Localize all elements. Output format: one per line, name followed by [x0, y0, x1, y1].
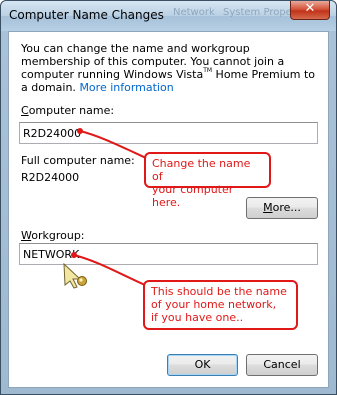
workgroup-label-access-key: W — [21, 229, 32, 242]
workgroup-annotation-line-3: if you have one.. — [151, 311, 244, 324]
computer-name-label-rest: omputer name: — [28, 104, 115, 117]
workgroup-label: Workgroup: — [21, 229, 85, 242]
trademark-mark: TM — [203, 67, 213, 74]
computer-name-label-access-key: C — [21, 104, 29, 117]
cancel-button[interactable]: Cancel — [246, 354, 318, 376]
dialog-title: Computer Name Changes — [9, 8, 164, 22]
workgroup-label-rest: orkgroup: — [31, 229, 85, 242]
close-button[interactable]: ✕ — [290, 1, 330, 20]
full-computer-name-label: Full computer name: — [21, 154, 135, 167]
workgroup-annotation-line-2: of your home network, — [151, 298, 277, 311]
computer-name-annotation-line-2: your computer here. — [152, 183, 234, 209]
computer-name-annotation-line-1: Change the name of — [152, 157, 251, 183]
more-button-label-rest: ore... — [272, 201, 301, 214]
computer-name-annotation: Change the name of your computer here. — [144, 152, 271, 209]
more-button-access-key: M — [263, 201, 273, 214]
close-icon: ✕ — [304, 1, 316, 16]
title-bar[interactable]: Network System Properties Computer Name … — [1, 1, 336, 31]
dialog-content: You can change the name and workgroup me… — [8, 31, 329, 388]
full-computer-name-value: R2D24000 — [21, 171, 80, 184]
workgroup-input[interactable]: NETWORK — [19, 243, 318, 265]
workgroup-annotation-line-1: This should be the name — [151, 285, 287, 298]
workgroup-annotation: This should be the name of your home net… — [143, 280, 298, 330]
computer-name-label: Computer name: — [21, 104, 114, 117]
ok-button[interactable]: OK — [167, 354, 238, 376]
computer-name-input[interactable]: R2D24000 — [19, 122, 318, 144]
background-window-title: Network — [173, 7, 215, 18]
intro-text: You can change the name and workgroup me… — [21, 42, 321, 94]
more-information-link[interactable]: More information — [79, 81, 173, 94]
